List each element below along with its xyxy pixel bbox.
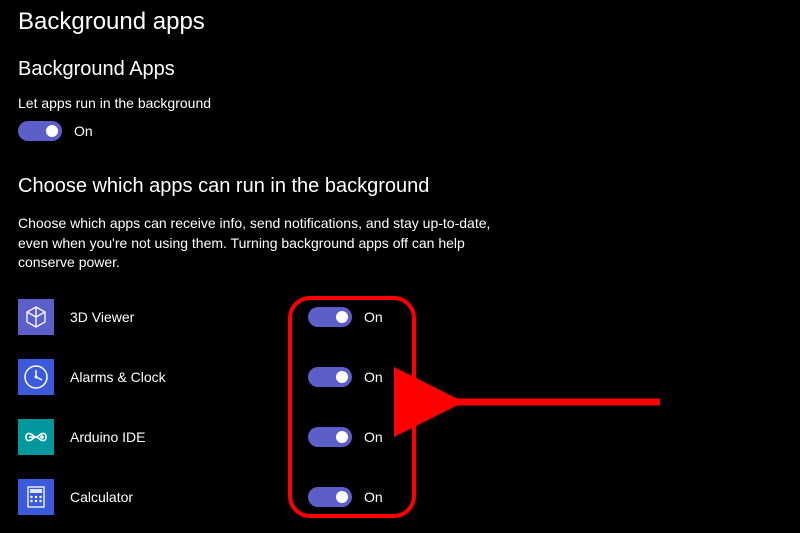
list-item: Alarms & Clock On [18,355,782,399]
section-title: Background Apps [18,58,782,81]
list-item: Arduino IDE On [18,415,782,459]
app-toggle-alarms-clock[interactable] [308,367,352,387]
app-toggle-wrap: On [308,367,383,387]
app-toggle-state: On [364,309,383,325]
master-toggle-row: On [18,121,782,141]
app-name: Calculator [70,489,308,505]
choose-description: Choose which apps can receive info, send… [18,214,498,273]
master-toggle[interactable] [18,121,62,141]
list-item: 3D Viewer On [18,295,782,339]
page-title: Background apps [18,8,782,36]
app-list: 3D Viewer On Alarms & Clock On Arduino I… [18,295,782,519]
app-toggle-state: On [364,369,383,385]
settings-page: Background apps Background Apps Let apps… [0,0,800,533]
app-name: 3D Viewer [70,309,308,325]
app-toggle-state: On [364,489,383,505]
app-toggle-calculator[interactable] [308,487,352,507]
app-name: Arduino IDE [70,429,308,445]
app-toggle-3d-viewer[interactable] [308,307,352,327]
arduino-icon [18,419,54,455]
choose-title: Choose which apps can run in the backgro… [18,175,782,198]
app-toggle-arduino-ide[interactable] [308,427,352,447]
list-item: Calculator On [18,475,782,519]
cube-icon [18,299,54,335]
app-toggle-wrap: On [308,427,383,447]
app-toggle-wrap: On [308,487,383,507]
app-toggle-state: On [364,429,383,445]
app-name: Alarms & Clock [70,369,308,385]
calculator-icon [18,479,54,515]
master-toggle-label: Let apps run in the background [18,95,782,111]
clock-icon [18,359,54,395]
app-toggle-wrap: On [308,307,383,327]
master-toggle-state: On [74,123,93,139]
